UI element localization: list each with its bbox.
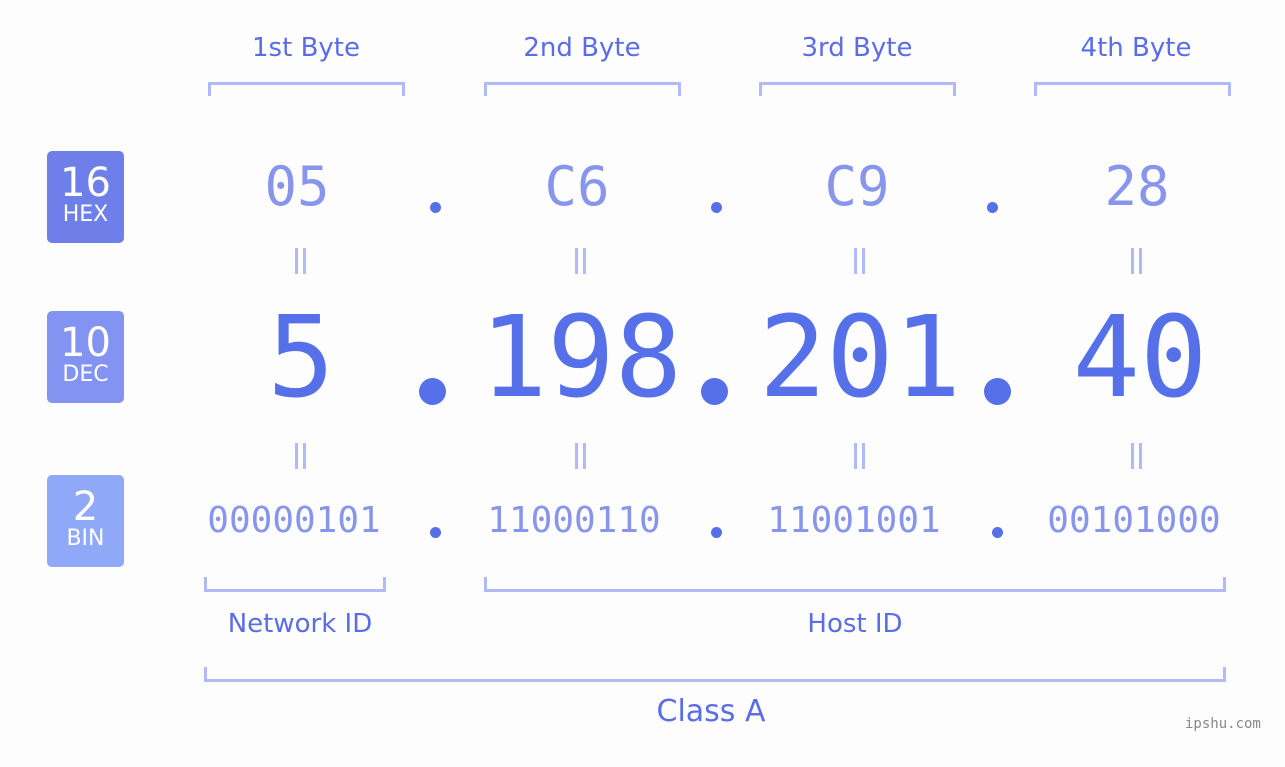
dec-base-number: 10	[60, 320, 111, 366]
byte-bracket-3	[759, 82, 956, 96]
dec-badge: 10 DEC	[47, 311, 124, 403]
hex-badge: 16 HEX	[47, 151, 124, 243]
bin-byte-3: 11001001	[767, 500, 941, 541]
dec-separator-dot-2	[701, 378, 728, 405]
byte-bracket-4	[1034, 82, 1231, 96]
bin-byte-1: 00000101	[207, 500, 381, 541]
bin-separator-dot-2	[711, 527, 722, 538]
class-label: Class A	[656, 694, 766, 729]
bin-badge: 2 BIN	[47, 475, 124, 567]
equals-icon	[292, 248, 308, 274]
byte-header-2: 2nd Byte	[523, 33, 641, 63]
watermark: ipshu.com	[1185, 716, 1261, 732]
byte-header-3: 3rd Byte	[801, 33, 913, 63]
equals-icon	[1128, 248, 1144, 274]
equals-icon	[572, 248, 588, 274]
hex-base-number: 16	[60, 160, 111, 206]
bin-byte-4: 00101000	[1047, 500, 1221, 541]
equals-icon	[572, 443, 588, 469]
dec-byte-1: 5	[267, 293, 335, 423]
byte-header-1: 1st Byte	[252, 33, 360, 63]
class-bracket	[204, 667, 1226, 682]
bin-base-number: 2	[72, 484, 99, 530]
dec-separator-dot-3	[984, 378, 1011, 405]
byte-bracket-1	[208, 82, 405, 96]
dec-byte-3: 201	[758, 293, 962, 423]
hex-separator-dot-1	[430, 202, 441, 213]
host-id-label: Host ID	[807, 609, 903, 639]
dec-separator-dot-1	[419, 378, 446, 405]
equals-icon	[1128, 443, 1144, 469]
hex-separator-dot-3	[987, 202, 998, 213]
bin-separator-dot-1	[430, 527, 441, 538]
bin-byte-2: 11000110	[487, 500, 661, 541]
bin-separator-dot-3	[992, 527, 1003, 538]
hex-separator-dot-2	[711, 202, 722, 213]
hex-byte-2: C6	[544, 155, 610, 218]
dec-byte-4: 40	[1072, 293, 1208, 423]
equals-icon	[851, 443, 867, 469]
hex-byte-1: 05	[264, 155, 330, 218]
equals-icon	[851, 248, 867, 274]
host-id-bracket	[484, 577, 1226, 592]
dec-base-label: DEC	[62, 362, 109, 387]
network-id-bracket	[204, 577, 386, 592]
byte-bracket-2	[484, 82, 681, 96]
network-id-label: Network ID	[227, 609, 373, 639]
byte-header-4: 4th Byte	[1080, 33, 1192, 63]
hex-byte-3: C9	[824, 155, 890, 218]
hex-byte-4: 28	[1104, 155, 1170, 218]
bin-base-label: BIN	[66, 526, 105, 551]
equals-icon	[292, 443, 308, 469]
hex-base-label: HEX	[62, 202, 109, 227]
dec-byte-2: 198	[479, 293, 683, 423]
